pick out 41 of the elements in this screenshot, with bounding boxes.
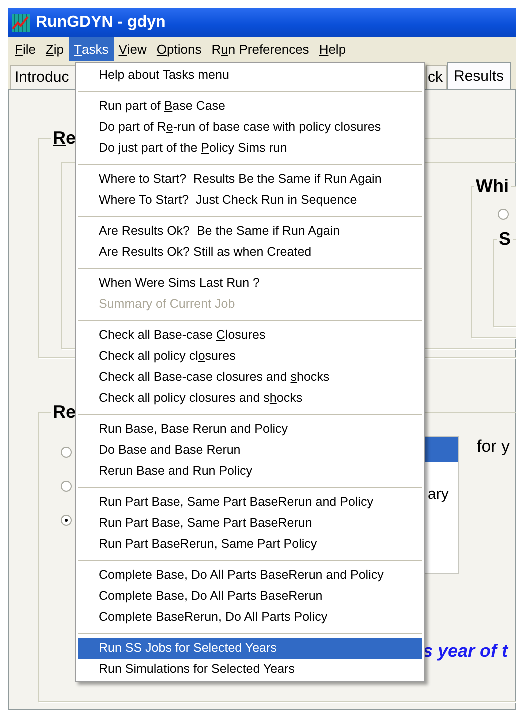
menu-item[interactable]: Run Base, Base Rerun and Policy bbox=[78, 419, 422, 440]
menu-item[interactable]: Rerun Base and Run Policy bbox=[78, 461, 422, 482]
menu-item[interactable]: Run Part BaseRerun, Same Part Policy bbox=[78, 534, 422, 555]
menu-item[interactable]: Where to Start? Results Be the Same if Run Again bbox=[78, 169, 422, 190]
radio-button[interactable] bbox=[61, 447, 72, 458]
menu-item[interactable]: Run SS Jobs for Selected Years bbox=[78, 638, 422, 659]
menu-item[interactable]: Run Part Base, Same Part BaseRerun bbox=[78, 513, 422, 534]
menu-item[interactable]: Complete Base, Do All Parts BaseRerun and Policy bbox=[78, 565, 422, 586]
menu-item[interactable]: Do part of Re-run of base case with policy closures bbox=[78, 117, 422, 138]
menu-item[interactable]: Run Preferences bbox=[206, 37, 314, 61]
menu-item[interactable]: When Were Sims Last Run ? bbox=[78, 273, 422, 294]
chart-icon bbox=[12, 14, 30, 32]
menu-item[interactable]: Run Simulations for Selected Years bbox=[78, 659, 422, 680]
menu-item[interactable]: Zip bbox=[40, 37, 70, 61]
menu-item[interactable]: Options bbox=[152, 37, 207, 61]
list-text: ary bbox=[428, 486, 449, 503]
menu-item[interactable]: Check all policy closures and shocks bbox=[78, 388, 422, 409]
radio-button[interactable] bbox=[61, 515, 72, 526]
menu-item[interactable]: View bbox=[114, 37, 152, 61]
window-title: RunGDYN - gdyn bbox=[36, 14, 166, 32]
menu-item[interactable]: Complete BaseRerun, Do All Parts Policy bbox=[78, 607, 422, 628]
menu-item[interactable]: Check all Base-case Closures bbox=[78, 325, 422, 346]
menu-item[interactable]: Help bbox=[314, 37, 352, 61]
menu-item[interactable]: Do Base and Base Rerun bbox=[78, 440, 422, 461]
tab[interactable]: Introduc bbox=[10, 65, 78, 89]
menu-item[interactable]: Check all policy closures bbox=[78, 346, 422, 367]
menu-item[interactable]: File bbox=[10, 37, 41, 61]
menu-item[interactable]: Are Results Ok? Be the Same if Run Again bbox=[78, 221, 422, 242]
menu-item[interactable]: Run part of Base Case bbox=[78, 96, 422, 117]
label-text: for y bbox=[477, 437, 510, 457]
menu-item[interactable]: Where To Start? Just Check Run in Sequence bbox=[78, 190, 422, 211]
menu-item[interactable]: Check all Base-case closures and shocks bbox=[78, 367, 422, 388]
menu-item[interactable]: Complete Base, Do All Parts BaseRerun bbox=[78, 586, 422, 607]
menu-item[interactable]: Do just part of the Policy Sims run bbox=[78, 138, 422, 159]
menu-item[interactable]: Are Results Ok? Still as when Created bbox=[78, 242, 422, 263]
menu-item[interactable]: Help about Tasks menu bbox=[78, 65, 422, 86]
tab[interactable]: Results bbox=[447, 62, 512, 89]
menu-item[interactable]: Tasks bbox=[69, 37, 114, 61]
radio-button[interactable] bbox=[61, 481, 72, 492]
menu-item[interactable]: Run Part Base, Same Part BaseRerun and Policy bbox=[78, 492, 422, 513]
tab[interactable]: ck bbox=[426, 65, 447, 89]
